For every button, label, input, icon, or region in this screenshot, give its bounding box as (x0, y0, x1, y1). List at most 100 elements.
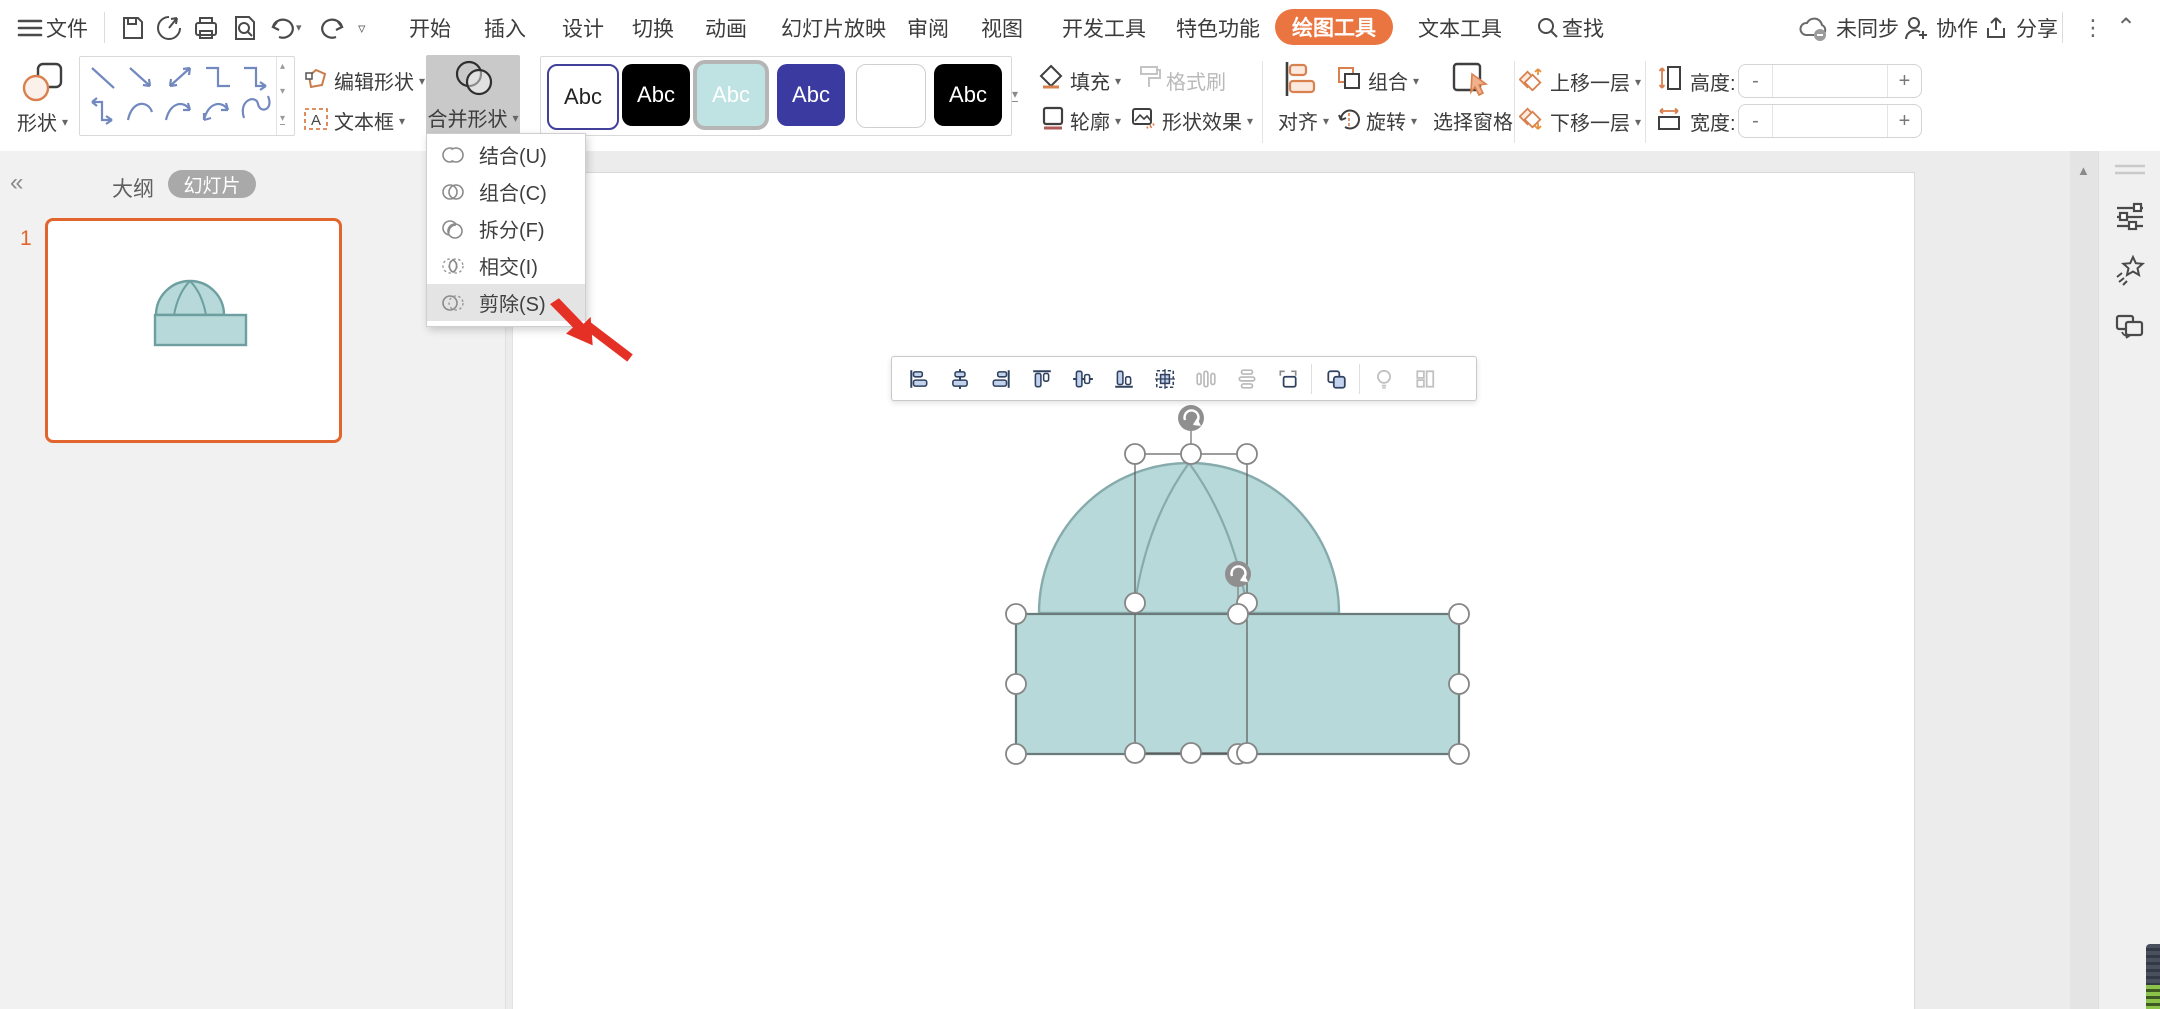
slide-transition-icon[interactable] (2113, 308, 2147, 342)
rotate-handle-rect[interactable] (1225, 561, 1251, 587)
save-icon[interactable] (119, 14, 147, 42)
fill-button[interactable]: 填充▾ (1070, 66, 1121, 95)
dome-shape[interactable] (1039, 463, 1339, 613)
style-swatch-3-selected[interactable]: Abc (697, 64, 765, 126)
print-icon[interactable] (192, 14, 220, 42)
width-stepper: - + (1738, 104, 1922, 138)
collapse-panel-icon[interactable]: « (10, 169, 23, 197)
line-shape-options[interactable] (84, 60, 274, 132)
group-shapes-icon[interactable] (1315, 361, 1356, 397)
tab-developer[interactable]: 开发工具 (1062, 0, 1146, 55)
shapes-button[interactable]: 形状▾ (17, 107, 68, 136)
rotate-button[interactable]: 旋转▾ (1366, 106, 1417, 135)
export-icon[interactable] (155, 14, 183, 42)
share-icon[interactable] (1983, 14, 2011, 42)
rotate-handle-chord[interactable] (1178, 405, 1204, 431)
tab-animation[interactable]: 动画 (705, 0, 747, 55)
menu-item-intersect[interactable]: 相交(I) (427, 247, 585, 284)
animation-effects-icon[interactable] (2113, 253, 2147, 287)
shape-effects-button[interactable]: 形状效果▾ (1162, 106, 1253, 135)
cloud-sync-icon[interactable] (1798, 13, 1830, 43)
edit-shape-button[interactable]: 编辑形状▾ (334, 66, 425, 95)
redo-icon[interactable] (318, 14, 346, 42)
menu-item-combine[interactable]: 组合(C) (427, 173, 585, 210)
send-backward-button[interactable]: 下移一层▾ (1550, 107, 1641, 136)
rectangle-shape[interactable] (1016, 614, 1459, 754)
width-decrease-button[interactable]: - (1739, 105, 1772, 137)
tab-drawing-tools-active[interactable]: 绘图工具 (1275, 9, 1393, 45)
style-swatch-2[interactable]: Abc (622, 64, 690, 126)
align-bottom-icon[interactable] (1103, 361, 1144, 397)
fill-icon (1038, 64, 1064, 90)
object-properties-icon[interactable] (2113, 199, 2147, 233)
outline-icon (1040, 105, 1066, 131)
style-swatch-1[interactable]: Abc (547, 64, 619, 130)
width-increase-button[interactable]: + (1888, 105, 1921, 137)
style-gallery-more-icon[interactable]: ▾ (1012, 87, 1018, 102)
gallery-more-icon[interactable]: ▾ (280, 113, 285, 125)
scroll-up-icon[interactable]: ▲ (2077, 163, 2090, 178)
tab-insert[interactable]: 插入 (484, 0, 526, 55)
align-right-icon[interactable] (980, 361, 1021, 397)
style-swatch-6[interactable]: Abc (934, 64, 1002, 126)
divider (1359, 364, 1360, 394)
vertical-scrollbar[interactable]: ▲ (2070, 151, 2098, 1009)
divider (1645, 61, 1646, 143)
slide-thumbnail-1[interactable] (45, 218, 342, 443)
tab-review[interactable]: 审阅 (907, 0, 949, 55)
text-box-button[interactable]: 文本框▾ (334, 106, 405, 135)
height-decrease-button[interactable]: - (1739, 65, 1772, 97)
align-middle-vertical-icon[interactable] (1062, 361, 1103, 397)
tab-text-tools[interactable]: 文本工具 (1418, 0, 1502, 55)
width-input[interactable] (1772, 105, 1888, 137)
collaborate-button[interactable]: 协作 (1936, 0, 1978, 55)
selection-pane-button[interactable]: 选择窗格 (1433, 106, 1513, 135)
style-swatch-5[interactable]: Abc (856, 64, 926, 128)
bring-forward-button[interactable]: 上移一层▾ (1550, 67, 1641, 96)
sidebar-drag-handle-icon[interactable] (2113, 163, 2147, 177)
merge-shapes-button[interactable]: 合并形状▾ (426, 55, 520, 136)
tab-special-features[interactable]: 特色功能 (1176, 0, 1260, 55)
format-painter-button-disabled: 格式刷 (1166, 66, 1226, 95)
collapse-ribbon-icon[interactable]: ⌃ (2116, 0, 2136, 55)
menu-item-union[interactable]: 结合(U) (427, 136, 585, 173)
fragment-icon (440, 217, 466, 241)
align-left-icon[interactable] (898, 361, 939, 397)
print-preview-icon[interactable] (231, 14, 259, 42)
height-input[interactable] (1772, 65, 1888, 97)
style-swatch-4[interactable]: Abc (777, 64, 845, 126)
search-icon[interactable] (1536, 16, 1560, 40)
tab-home[interactable]: 开始 (409, 0, 451, 55)
tab-transitions[interactable]: 切换 (632, 0, 674, 55)
align-button[interactable]: 对齐▾ (1278, 106, 1329, 135)
divider (2062, 12, 2063, 43)
more-options-icon[interactable]: ⋮ (2082, 0, 2104, 55)
gallery-scroll-down-icon[interactable]: ▾ (280, 86, 285, 97)
align-top-icon[interactable] (1021, 361, 1062, 397)
undo-icon[interactable] (269, 14, 297, 42)
subtract-icon (440, 291, 466, 315)
share-button[interactable]: 分享 (2016, 0, 2058, 55)
gallery-scroll-up-icon[interactable]: ▴ (280, 61, 285, 72)
tab-slides-active[interactable]: 幻灯片 (168, 170, 256, 198)
group-button[interactable]: 组合▾ (1368, 66, 1419, 95)
file-menu[interactable]: 文件 (46, 0, 88, 55)
tab-slideshow[interactable]: 幻灯片放映 (781, 0, 886, 55)
tab-view[interactable]: 视图 (981, 0, 1023, 55)
sync-status[interactable]: 未同步 (1836, 0, 1899, 55)
undo-dropdown-arrow[interactable]: ▾ (296, 0, 302, 55)
slide-canvas[interactable] (512, 172, 1915, 1009)
outline-button[interactable]: 轮廓▾ (1070, 106, 1121, 135)
tab-outline[interactable]: 大纲 (112, 173, 154, 203)
collaborate-icon[interactable] (1902, 14, 1930, 42)
align-center-horizontal-icon[interactable] (939, 361, 980, 397)
hamburger-menu-icon[interactable] (16, 14, 44, 42)
menu-item-fragment[interactable]: 拆分(F) (427, 210, 585, 247)
tab-design[interactable]: 设计 (562, 0, 604, 55)
center-in-slide-icon[interactable] (1144, 361, 1185, 397)
height-increase-button[interactable]: + (1888, 65, 1921, 97)
menu-find[interactable]: 查找 (1562, 0, 1604, 55)
resize-to-fit-icon[interactable] (1267, 361, 1308, 397)
shapes-icon[interactable] (22, 61, 64, 103)
quickbar-more-icon[interactable]: ▿ (358, 0, 366, 55)
